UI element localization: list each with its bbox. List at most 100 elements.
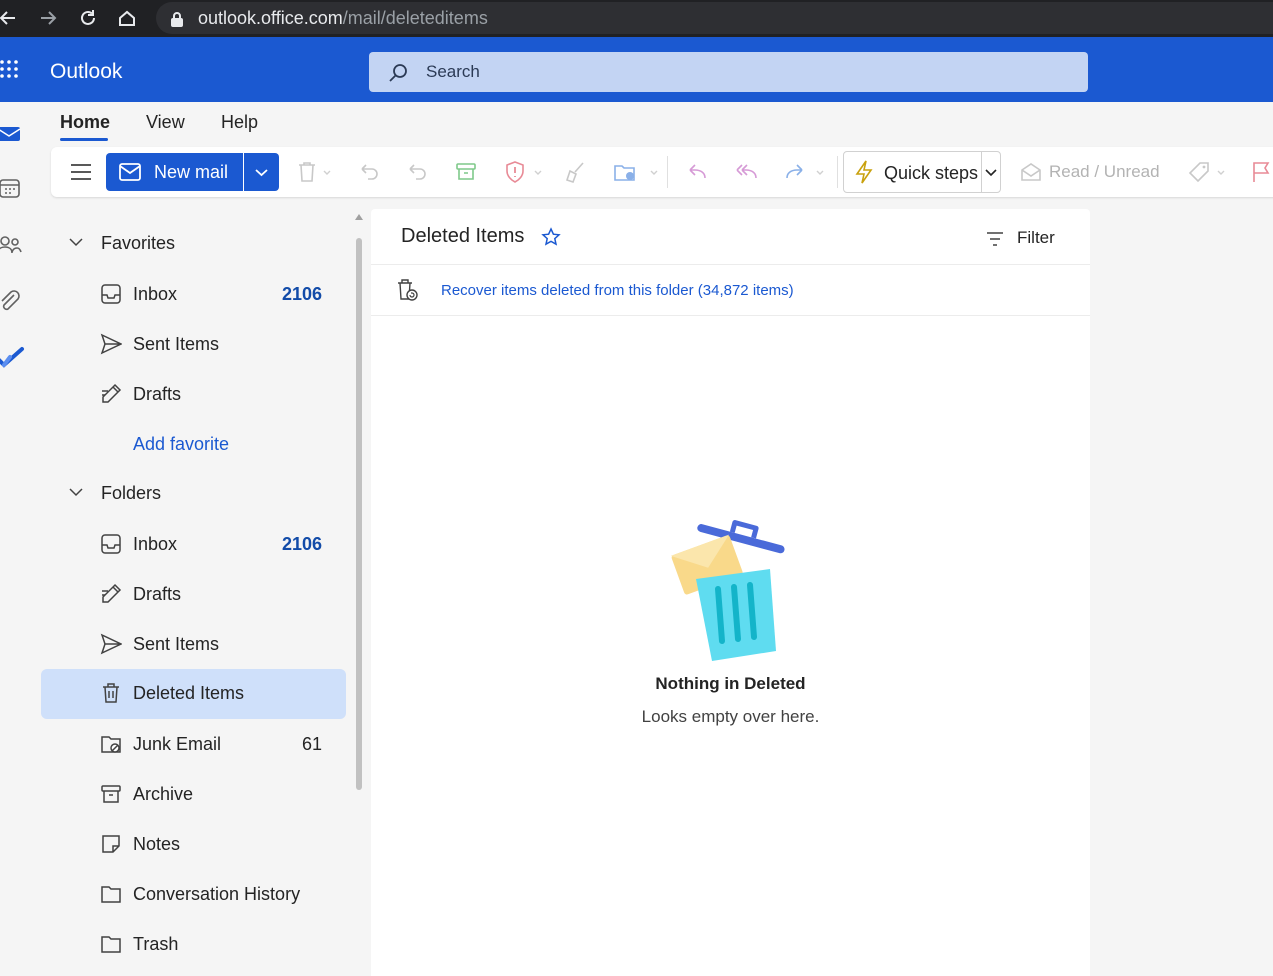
toolbar-separator bbox=[667, 156, 668, 188]
app-header: Outlook Search bbox=[0, 37, 1273, 102]
app-rail bbox=[0, 102, 41, 976]
folder-label: Inbox bbox=[133, 284, 178, 304]
favorites-label: Favorites bbox=[101, 233, 176, 253]
folder-label: Notes bbox=[133, 834, 181, 854]
folder-item-sent-items[interactable]: Sent Items bbox=[41, 620, 346, 670]
folder-label: Trash bbox=[133, 934, 179, 954]
folders-label: Folders bbox=[101, 483, 162, 503]
favorites-section-header[interactable]: Favorites bbox=[41, 223, 346, 263]
recover-items-link[interactable]: Recover items deleted from this folder (… bbox=[441, 282, 794, 299]
item-count: 61 bbox=[301, 734, 322, 754]
mail-compose-icon bbox=[119, 163, 141, 181]
scroll-up-arrow-icon[interactable] bbox=[355, 214, 363, 220]
folder-item-trash[interactable]: Trash bbox=[41, 920, 346, 970]
trash-icon bbox=[100, 682, 122, 704]
folder-title: Deleted Items bbox=[401, 225, 525, 247]
forward-arrow-icon[interactable] bbox=[36, 6, 60, 30]
favorite-item-sent-items[interactable]: Sent Items bbox=[41, 320, 346, 370]
tag-icon[interactable] bbox=[1188, 160, 1232, 184]
calendar-icon[interactable] bbox=[0, 175, 26, 201]
attachment-icon[interactable] bbox=[0, 289, 26, 315]
folder-icon bbox=[100, 933, 122, 955]
folder-label: Drafts bbox=[133, 584, 182, 604]
unread-count: 2106 bbox=[281, 534, 322, 554]
move-to-icon[interactable] bbox=[613, 160, 659, 184]
tab-view[interactable]: View bbox=[146, 112, 185, 133]
todo-icon[interactable] bbox=[0, 346, 26, 372]
message-list-pane: Deleted Items Filter Recover items delet… bbox=[371, 209, 1090, 976]
app-launcher-icon[interactable] bbox=[0, 59, 22, 81]
reply-icon[interactable] bbox=[685, 160, 709, 184]
tab-home[interactable]: Home bbox=[60, 112, 110, 133]
folder-item-notes[interactable]: Notes bbox=[41, 820, 346, 870]
report-icon[interactable] bbox=[503, 160, 547, 184]
undo-icon[interactable] bbox=[357, 160, 381, 184]
message-list-header: Deleted Items Filter bbox=[371, 209, 1090, 265]
read-unread-label: Read / Unread bbox=[1049, 162, 1160, 181]
folder-icon bbox=[100, 883, 122, 905]
home-icon[interactable] bbox=[115, 6, 139, 30]
folder-item-conversation-history[interactable]: Conversation History bbox=[41, 870, 346, 920]
url-text: outlook.office.com/mail/deleteditems bbox=[198, 8, 488, 29]
folder-item-archive[interactable]: Archive bbox=[41, 770, 346, 820]
favorite-item-inbox[interactable]: Inbox 2106 bbox=[41, 270, 346, 320]
ribbon-tabs: Home View Help bbox=[41, 102, 1273, 146]
search-placeholder: Search bbox=[426, 62, 480, 81]
search-input[interactable]: Search bbox=[369, 52, 1088, 92]
archive-icon[interactable] bbox=[454, 160, 478, 184]
empty-state-subtitle: Looks empty over here. bbox=[641, 707, 820, 726]
toolbar-separator bbox=[837, 156, 838, 188]
lightning-icon bbox=[854, 160, 874, 184]
quick-steps-button[interactable]: Quick steps bbox=[843, 151, 1001, 193]
notes-icon bbox=[100, 833, 122, 855]
undo-all-icon[interactable] bbox=[405, 160, 429, 184]
inbox-icon bbox=[100, 283, 122, 305]
folder-item-deleted-items[interactable]: Deleted Items bbox=[41, 669, 346, 719]
folder-label: Sent Items bbox=[133, 334, 220, 354]
mail-icon[interactable] bbox=[0, 120, 26, 146]
folders-section-header[interactable]: Folders bbox=[41, 473, 346, 513]
filter-icon bbox=[985, 230, 1005, 248]
folder-item-drafts[interactable]: Drafts bbox=[41, 570, 346, 620]
new-mail-dropdown[interactable] bbox=[244, 153, 279, 191]
junk-icon bbox=[100, 733, 122, 755]
folder-label: Archive bbox=[133, 784, 194, 804]
reply-all-icon[interactable] bbox=[734, 160, 758, 184]
chevron-down-icon[interactable] bbox=[984, 167, 998, 179]
reading-pane-background bbox=[1090, 207, 1273, 976]
folder-item-junk-email[interactable]: Junk Email 61 bbox=[41, 720, 346, 770]
folder-label: Junk Email bbox=[133, 734, 222, 754]
address-bar[interactable]: outlook.office.com/mail/deleteditems bbox=[156, 2, 1273, 34]
hamburger-menu-icon[interactable] bbox=[69, 160, 93, 184]
people-icon[interactable] bbox=[0, 232, 26, 258]
unread-count: 2106 bbox=[281, 284, 322, 304]
add-favorite-link[interactable]: Add favorite bbox=[133, 434, 229, 455]
recover-items-row: Recover items deleted from this folder (… bbox=[371, 265, 1090, 316]
drafts-icon bbox=[100, 383, 122, 405]
sweep-icon[interactable] bbox=[563, 160, 587, 184]
favorite-item-drafts[interactable]: Drafts bbox=[41, 370, 346, 420]
flag-icon[interactable] bbox=[1249, 160, 1273, 184]
folder-label: Sent Items bbox=[133, 634, 220, 654]
quick-steps-divider bbox=[981, 152, 982, 192]
star-icon[interactable] bbox=[541, 227, 561, 247]
send-icon bbox=[100, 633, 122, 655]
folder-pane-scrollbar[interactable] bbox=[356, 238, 362, 790]
tab-help[interactable]: Help bbox=[221, 112, 258, 133]
chevron-down-icon bbox=[69, 237, 83, 249]
send-icon bbox=[100, 333, 122, 355]
folder-item-inbox[interactable]: Inbox 2106 bbox=[41, 520, 346, 570]
forward-icon[interactable] bbox=[783, 160, 829, 184]
back-arrow-icon[interactable] bbox=[0, 6, 20, 30]
folder-label: Drafts bbox=[133, 384, 182, 404]
chevron-down-icon bbox=[255, 169, 268, 177]
envelope-open-icon bbox=[1019, 160, 1043, 184]
url-host: outlook.office.com bbox=[198, 8, 343, 28]
new-mail-button[interactable]: New mail bbox=[106, 153, 243, 191]
reload-icon[interactable] bbox=[76, 6, 100, 30]
app-brand[interactable]: Outlook bbox=[50, 60, 122, 84]
drafts-icon bbox=[100, 583, 122, 605]
search-icon bbox=[387, 62, 409, 84]
delete-button[interactable] bbox=[295, 160, 335, 184]
command-toolbar: New mail Quick steps Read / Unread bbox=[51, 147, 1273, 197]
